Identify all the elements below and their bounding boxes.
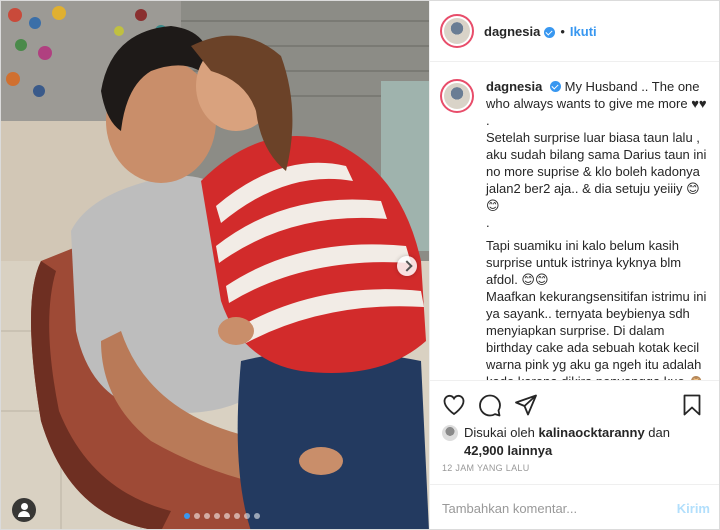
avatar[interactable] [440, 14, 474, 48]
caption-line: Tapi suamiku ini kalo belum kasih surpri… [486, 238, 682, 287]
instagram-post-window: dagnesia • Ikuti dagnesia My Husband .. … [0, 0, 720, 530]
post-side-panel: dagnesia • Ikuti dagnesia My Husband .. … [429, 1, 719, 529]
caption-username[interactable]: dagnesia [486, 79, 542, 94]
caption-avatar[interactable] [440, 79, 474, 113]
carousel-dot [184, 513, 190, 519]
caption-line: Maafkan kekurangsensitifan istrimu ini y… [486, 289, 707, 380]
carousel-dot [254, 513, 260, 519]
carousel-dot [244, 513, 250, 519]
post-photo[interactable] [1, 1, 429, 529]
carousel-dot [204, 513, 210, 519]
likes-prefix: Disukai oleh [464, 425, 535, 440]
caption-line: Setelah surprise luar biasa taun lalu , … [486, 130, 707, 213]
likes-count[interactable]: 42,900 lainnya [464, 443, 552, 458]
likes-count-line: 42,900 lainnya [464, 442, 552, 460]
liker-username[interactable]: kalinaocktaranny [538, 425, 644, 440]
comment-input[interactable] [442, 500, 677, 516]
post-username[interactable]: dagnesia [484, 24, 540, 39]
heart-icon[interactable] [442, 393, 466, 417]
follow-button[interactable]: Ikuti [570, 24, 597, 39]
tagged-users-icon[interactable] [12, 498, 36, 522]
bookmark-icon[interactable] [680, 393, 704, 417]
separator-dot: • [560, 23, 565, 39]
carousel-dot [194, 513, 200, 519]
post-caption: dagnesia My Husband .. The one who alway… [486, 78, 712, 380]
paper-plane-icon[interactable] [514, 393, 538, 417]
caption-line: . [486, 215, 490, 230]
carousel-dot [234, 513, 240, 519]
post-comment-button[interactable]: Kirim [677, 501, 710, 516]
verified-badge-icon [544, 26, 556, 38]
carousel-dot [224, 513, 230, 519]
post-timestamp[interactable]: 12 JAM YANG LALU [442, 463, 530, 473]
next-photo-button[interactable] [397, 256, 417, 276]
likes-conjunction: dan [648, 425, 670, 440]
liker-avatar[interactable] [442, 425, 458, 441]
carousel-dot [214, 513, 220, 519]
add-comment-bar: Kirim [430, 484, 719, 529]
action-bar [430, 380, 719, 417]
carousel-indicator [184, 513, 260, 519]
comments-section: dagnesia My Husband .. The one who alway… [430, 62, 719, 380]
comment-icon[interactable] [478, 393, 502, 417]
verified-badge-icon [549, 81, 561, 92]
likes-summary: Disukai oleh kalinaocktaranny dan [442, 424, 712, 442]
caption-line: . [486, 113, 490, 128]
post-header: dagnesia • Ikuti [430, 1, 719, 62]
photo-illustration [1, 1, 429, 529]
